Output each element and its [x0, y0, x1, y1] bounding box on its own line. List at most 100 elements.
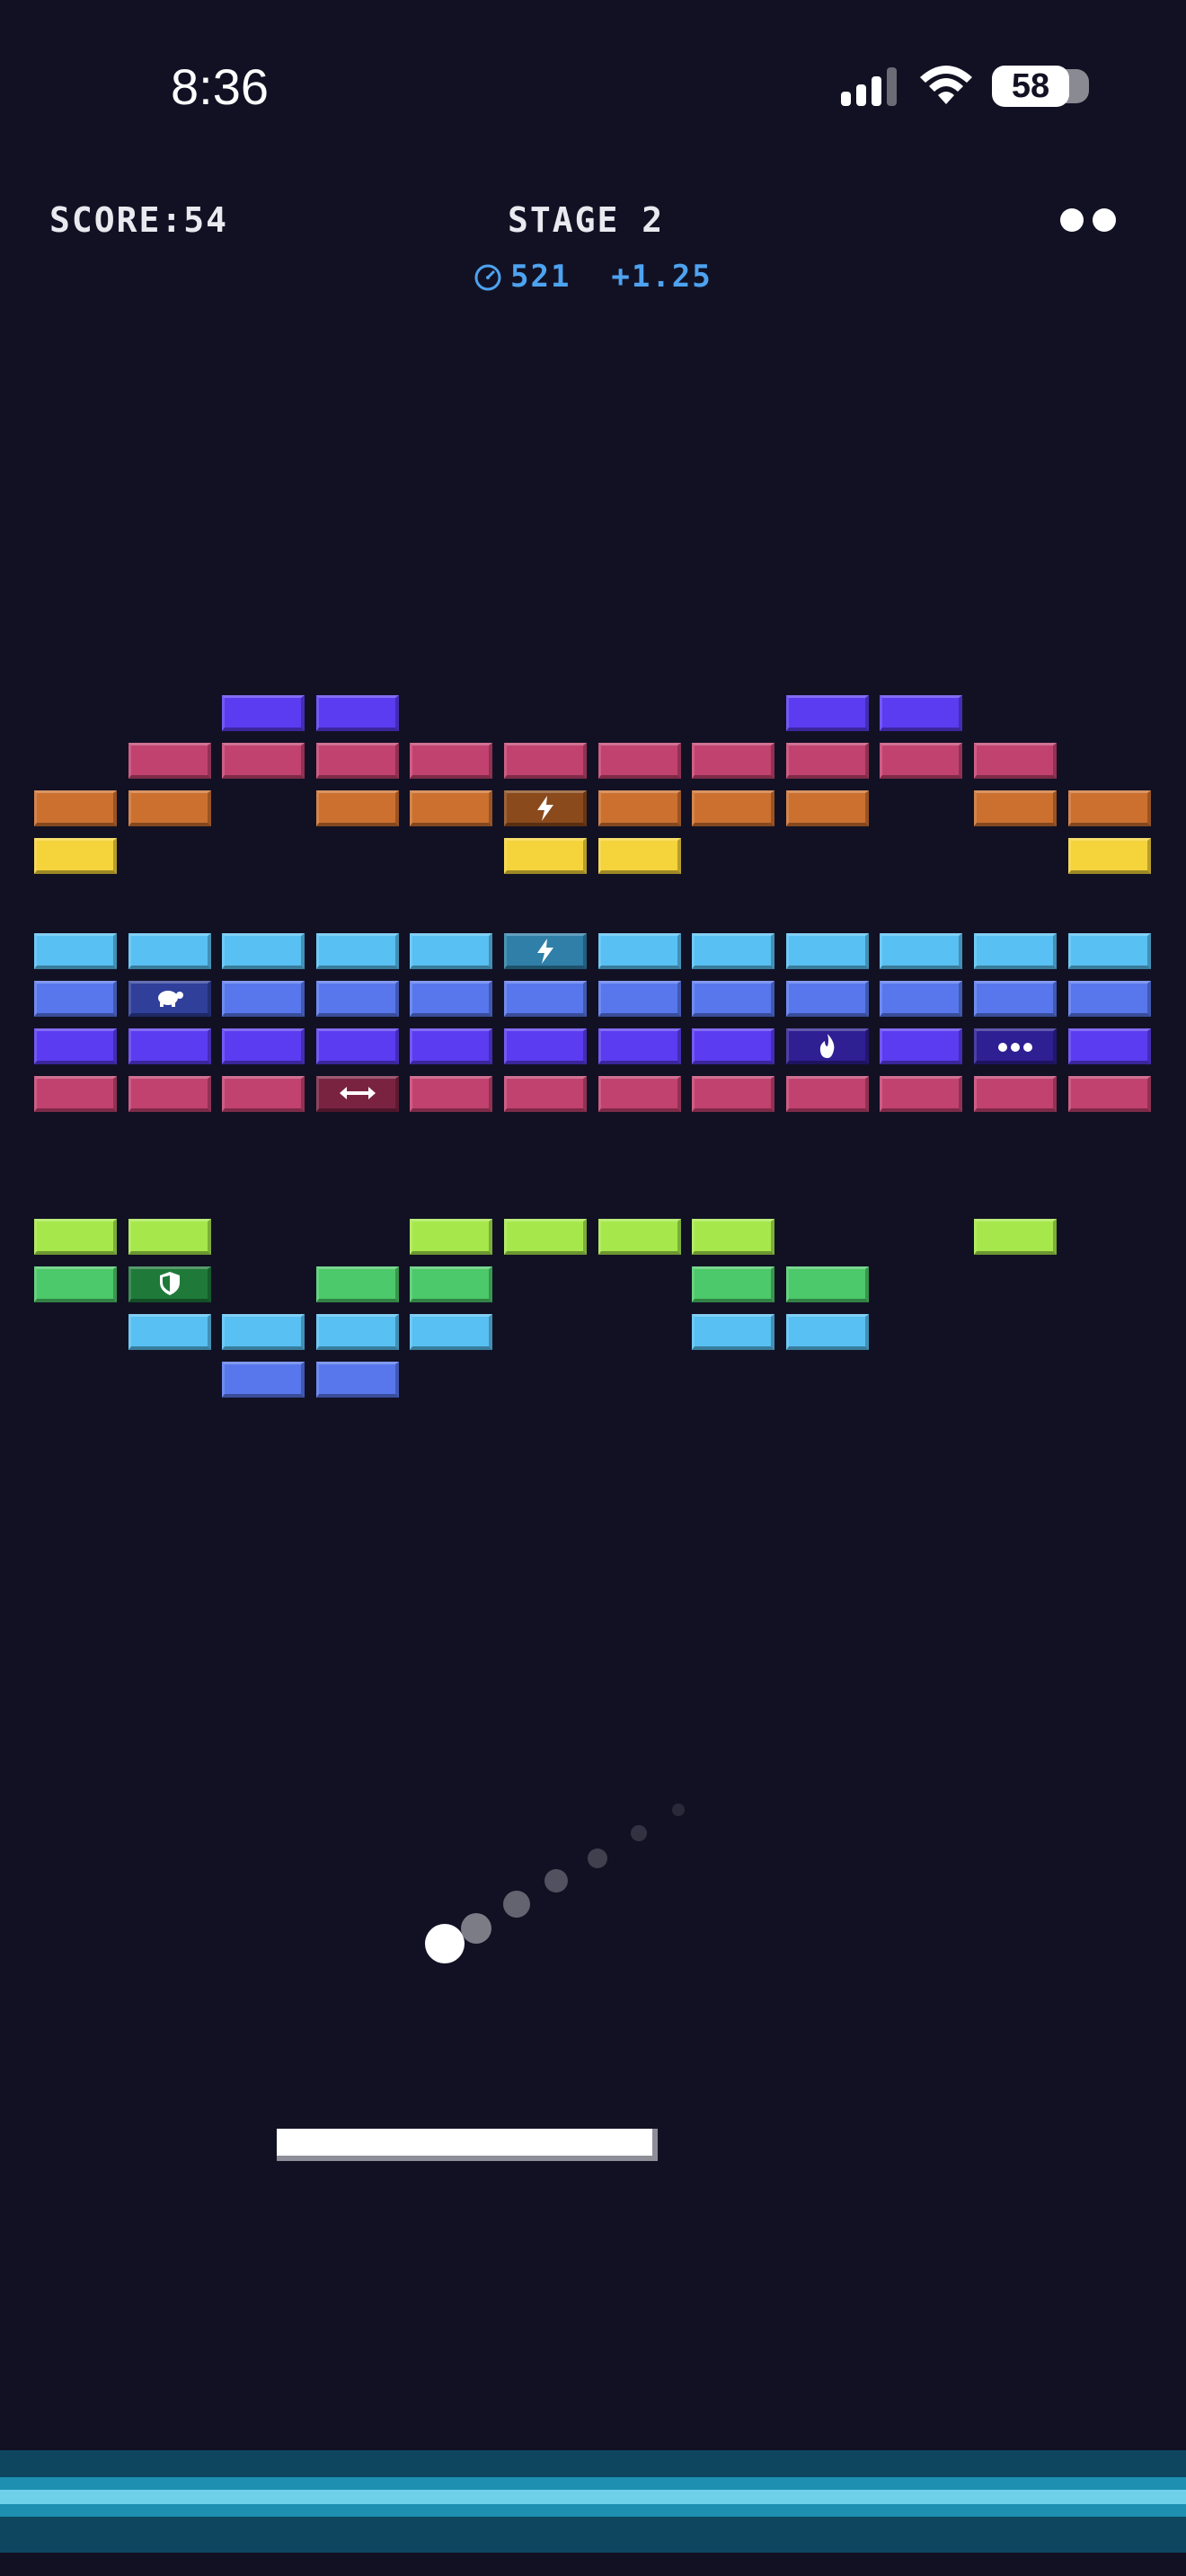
brick-lime [34, 1219, 117, 1255]
lives-indicator [1060, 208, 1118, 234]
floor-band [0, 2517, 1186, 2553]
brick-cyan [316, 933, 399, 969]
timer-row: 521 +1.25 [473, 254, 712, 299]
powerup-brick [128, 981, 211, 1017]
score-value: 54 [183, 200, 229, 240]
brick-orange [410, 790, 492, 826]
timer-value: 521 [510, 259, 571, 295]
score-label: SCORE: [49, 200, 184, 240]
brick-green [692, 1266, 774, 1302]
battery-icon: 58 [992, 66, 1089, 107]
brick-orange [598, 790, 681, 826]
brick-blue [786, 981, 869, 1017]
brick-magenta [222, 743, 305, 779]
brick-orange [34, 790, 117, 826]
life-dot [1060, 208, 1084, 232]
brick-magenta [692, 1076, 774, 1112]
brick-violet [222, 1028, 305, 1064]
brick-magenta [974, 1076, 1057, 1112]
brick-violet [1068, 1028, 1151, 1064]
brick-orange [316, 790, 399, 826]
brick-magenta [692, 743, 774, 779]
brick-yellow [34, 838, 117, 874]
status-time: 8:36 [171, 58, 269, 115]
brick-magenta [1068, 1076, 1151, 1112]
brick-blue [692, 981, 774, 1017]
brick-violet [692, 1028, 774, 1064]
brick-lime [692, 1219, 774, 1255]
brick-magenta [598, 1076, 681, 1112]
ball-trail-dot [631, 1825, 647, 1841]
brick-cyan [128, 1314, 211, 1350]
brick-orange [128, 790, 211, 826]
brick-magenta [504, 1076, 587, 1112]
brick-violet [34, 1028, 117, 1064]
brick-cyan [692, 1314, 774, 1350]
brick-blue [410, 981, 492, 1017]
brick-orange [1068, 790, 1151, 826]
brick-blue [316, 1362, 399, 1398]
score-multiplier: +1.25 [611, 259, 712, 295]
brick-violet [786, 695, 869, 731]
brick-cyan [880, 933, 962, 969]
multiball-icon [997, 1042, 1033, 1053]
brick-violet [598, 1028, 681, 1064]
brick-cyan [316, 1314, 399, 1350]
powerup-brick [316, 1076, 399, 1112]
brick-lime [974, 1219, 1057, 1255]
brick-violet [128, 1028, 211, 1064]
brick-blue [598, 981, 681, 1017]
ball-trail-dot [672, 1804, 685, 1816]
brick-magenta [504, 743, 587, 779]
paddle[interactable] [277, 2129, 658, 2161]
powerup-brick [786, 1028, 869, 1064]
brick-cyan [128, 933, 211, 969]
battery-tip [1071, 78, 1076, 94]
powerup-brick [504, 790, 587, 826]
brick-violet [880, 695, 962, 731]
brick-cyan [786, 1314, 869, 1350]
turtle-icon [155, 986, 185, 1008]
brick-cyan [598, 933, 681, 969]
brick-green [786, 1266, 869, 1302]
shield-icon [159, 1272, 180, 1295]
brick-magenta [128, 1076, 211, 1112]
powerup-brick [128, 1266, 211, 1302]
brick-blue [880, 981, 962, 1017]
brick-cyan [410, 933, 492, 969]
brick-lime [504, 1219, 587, 1255]
brick-violet [316, 695, 399, 731]
brick-lime [128, 1219, 211, 1255]
brick-blue [222, 1362, 305, 1398]
lightning-icon [535, 939, 555, 964]
floor-band [0, 2490, 1186, 2504]
brick-cyan [1068, 933, 1151, 969]
brick-magenta [598, 743, 681, 779]
brick-blue [222, 981, 305, 1017]
brick-magenta [222, 1076, 305, 1112]
score-display: SCORE:54 [49, 198, 228, 243]
brick-violet [410, 1028, 492, 1064]
brick-magenta [974, 743, 1057, 779]
cellular-signal-icon [841, 67, 897, 106]
brick-magenta [786, 1076, 869, 1112]
brick-magenta [34, 1076, 117, 1112]
brick-magenta [410, 743, 492, 779]
brick-magenta [880, 1076, 962, 1112]
ball-trail-dot [588, 1848, 607, 1868]
brick-violet [222, 695, 305, 731]
expand-icon [339, 1086, 376, 1100]
brick-magenta [786, 743, 869, 779]
brick-green [410, 1266, 492, 1302]
brick-orange [786, 790, 869, 826]
brick-magenta [128, 743, 211, 779]
brick-blue [316, 981, 399, 1017]
powerup-brick [974, 1028, 1057, 1064]
brick-orange [692, 790, 774, 826]
brick-green [316, 1266, 399, 1302]
ball-trail-dot [503, 1891, 530, 1918]
brick-cyan [786, 933, 869, 969]
brick-lime [598, 1219, 681, 1255]
wifi-icon [920, 66, 972, 104]
brick-cyan [34, 933, 117, 969]
